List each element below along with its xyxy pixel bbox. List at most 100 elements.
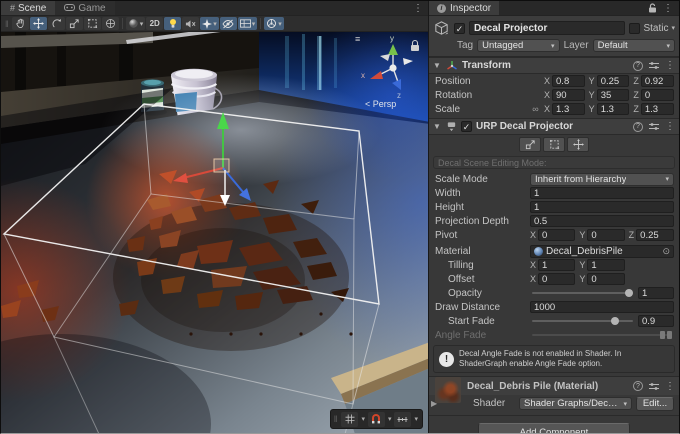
- scale-x-field[interactable]: 1.3: [552, 103, 585, 115]
- pivot-y-field[interactable]: 0: [587, 229, 624, 241]
- dropdown-arrow-icon[interactable]: ▾: [360, 415, 366, 423]
- dropdown-arrow-icon[interactable]: ▾: [387, 415, 393, 423]
- presets-icon[interactable]: [649, 122, 659, 131]
- scene-panel-menu-icon[interactable]: ⋮: [413, 3, 423, 14]
- draw-mode-dropdown[interactable]: ▾: [126, 17, 146, 30]
- component-menu-icon[interactable]: ⋮: [665, 60, 675, 71]
- pivot-row: Pivot X0 Y0 Z0.25: [429, 228, 679, 242]
- offset-y-field[interactable]: 0: [587, 273, 624, 285]
- offset-x-field[interactable]: 0: [538, 273, 575, 285]
- inspector-lock-icon[interactable]: [648, 3, 657, 13]
- move-tool-button[interactable]: [30, 17, 47, 30]
- audio-toggle-button[interactable]: [182, 17, 199, 30]
- lighting-toggle-button[interactable]: [164, 17, 181, 30]
- static-checkbox[interactable]: ✓: [629, 23, 640, 34]
- pivot-x-field[interactable]: 0: [538, 229, 575, 241]
- foldout-icon[interactable]: ▼: [433, 122, 442, 131]
- add-component-button[interactable]: Add Component: [478, 423, 630, 434]
- toolbar-drag-handle-icon[interactable]: ‖: [3, 19, 11, 29]
- scale-tool-button[interactable]: [66, 17, 83, 30]
- help-icon[interactable]: ?: [633, 122, 643, 132]
- constrain-proportions-icon[interactable]: ∞: [530, 104, 541, 114]
- presets-icon[interactable]: [649, 61, 659, 70]
- edit-shader-button[interactable]: Edit...: [636, 397, 674, 411]
- scale-mode-dropdown[interactable]: Inherit from Hierarchy ▾: [530, 173, 674, 186]
- axis-y-label: Y: [579, 260, 585, 270]
- gizmos-dropdown[interactable]: ▾: [264, 17, 284, 30]
- effects-dropdown[interactable]: ▾: [200, 17, 219, 30]
- height-field[interactable]: 1: [530, 201, 674, 213]
- draw-distance-field[interactable]: 1000: [530, 301, 674, 313]
- persp-label[interactable]: < Persp: [365, 99, 396, 109]
- 2d-toggle-button[interactable]: 2D: [146, 17, 163, 30]
- edit-scale-button[interactable]: [519, 137, 541, 152]
- decal-projector-header[interactable]: ▼ ✓ URP Decal Projector ? ⋮: [429, 118, 679, 135]
- snap-toolbar: ‖ ▾ ▾ ▾: [330, 409, 423, 429]
- material-preview-thumbnail[interactable]: [435, 377, 461, 403]
- component-menu-icon[interactable]: ⋮: [665, 121, 675, 132]
- transform-header[interactable]: ▼ Transform ? ⋮: [429, 57, 679, 74]
- rotation-z-field[interactable]: 0: [641, 89, 674, 101]
- gameobject-name-field[interactable]: Decal Projector: [469, 21, 625, 35]
- tilling-y-field[interactable]: 1: [587, 259, 624, 271]
- overlay-menu-icon[interactable]: ≡: [355, 34, 360, 44]
- edit-crop-button[interactable]: [543, 137, 565, 152]
- tag-dropdown[interactable]: Untagged ▾: [477, 39, 559, 52]
- presets-icon[interactable]: [649, 382, 659, 391]
- rotation-x-field[interactable]: 90: [552, 89, 585, 101]
- static-dropdown-icon[interactable]: ▾: [671, 24, 675, 32]
- axis-x-label: X: [530, 260, 536, 270]
- rotation-y-field[interactable]: 35: [597, 89, 630, 101]
- edit-pivot-button[interactable]: [567, 137, 589, 152]
- help-icon[interactable]: ?: [633, 381, 643, 391]
- hand-tool-button[interactable]: [12, 17, 29, 30]
- layer-dropdown[interactable]: Default ▾: [593, 39, 675, 52]
- scene-toolbar: ‖ ▾ 2D: [1, 16, 428, 32]
- grid-snapping-button[interactable]: [368, 412, 385, 427]
- dropdown-arrow-icon[interactable]: ▾: [413, 415, 419, 423]
- rotate-icon: [51, 18, 62, 29]
- object-picker-icon[interactable]: ⊙: [662, 246, 670, 257]
- transform-component-icon: [446, 60, 458, 72]
- scene-viewport[interactable]: ≡ y x z < Per: [1, 32, 428, 433]
- shader-dropdown[interactable]: Shader Graphs/Decal_HeightMask ▾: [519, 397, 632, 410]
- rotate-tool-button[interactable]: [48, 17, 65, 30]
- component-menu-icon[interactable]: ⋮: [665, 381, 675, 392]
- tilling-x-field[interactable]: 1: [538, 259, 575, 271]
- snap-increment-button[interactable]: [394, 412, 411, 427]
- start-fade-slider[interactable]: [530, 315, 635, 327]
- rect-tool-button[interactable]: [84, 17, 101, 30]
- camera-view-dropdown[interactable]: ▾: [238, 17, 258, 30]
- grid-visual-button[interactable]: [341, 412, 358, 427]
- foldout-icon[interactable]: ▼: [433, 61, 442, 70]
- start-fade-field[interactable]: 0.9: [638, 315, 674, 327]
- inspector-menu-icon[interactable]: ⋮: [663, 3, 673, 14]
- tab-game[interactable]: Game: [55, 1, 114, 15]
- dropdown-arrow-icon: ▾: [278, 20, 282, 28]
- material-row: Material Decal_DebrisPile ⊙: [429, 244, 679, 258]
- pivot-z-field[interactable]: 0.25: [636, 229, 674, 241]
- position-z-field[interactable]: 0.92: [641, 75, 674, 87]
- help-icon[interactable]: ?: [633, 61, 643, 71]
- decal-enabled-checkbox[interactable]: ✓: [461, 121, 472, 132]
- position-y-field[interactable]: 0.25: [597, 75, 630, 87]
- gizmo-center-handle[interactable]: [214, 159, 229, 172]
- opacity-slider[interactable]: [530, 287, 635, 299]
- projection-depth-row: Projection Depth 0.5: [429, 214, 679, 228]
- snapbar-handle-icon[interactable]: ‖: [334, 414, 338, 424]
- material-object-field[interactable]: Decal_DebrisPile ⊙: [530, 245, 674, 258]
- gizmo-center[interactable]: [389, 64, 396, 71]
- gameobject-enabled-checkbox[interactable]: ✓: [454, 23, 465, 34]
- tab-inspector[interactable]: i Inspector: [429, 1, 499, 15]
- scale-z-field[interactable]: 1.3: [641, 103, 674, 115]
- scene-visibility-toggle[interactable]: [220, 17, 237, 30]
- projection-depth-field[interactable]: 0.5: [530, 215, 674, 227]
- tab-scene[interactable]: # Scene: [1, 1, 55, 15]
- scale-y-field[interactable]: 1.3: [597, 103, 630, 115]
- transform-tool-button[interactable]: [102, 17, 119, 30]
- opacity-field[interactable]: 1: [638, 287, 674, 299]
- position-x-field[interactable]: 0.8: [552, 75, 585, 87]
- width-field[interactable]: 1: [530, 187, 674, 199]
- material-section-header[interactable]: Decal_Debris Pile (Material) ? ⋮: [429, 376, 679, 395]
- gameobject-cube-icon[interactable]: [433, 20, 450, 37]
